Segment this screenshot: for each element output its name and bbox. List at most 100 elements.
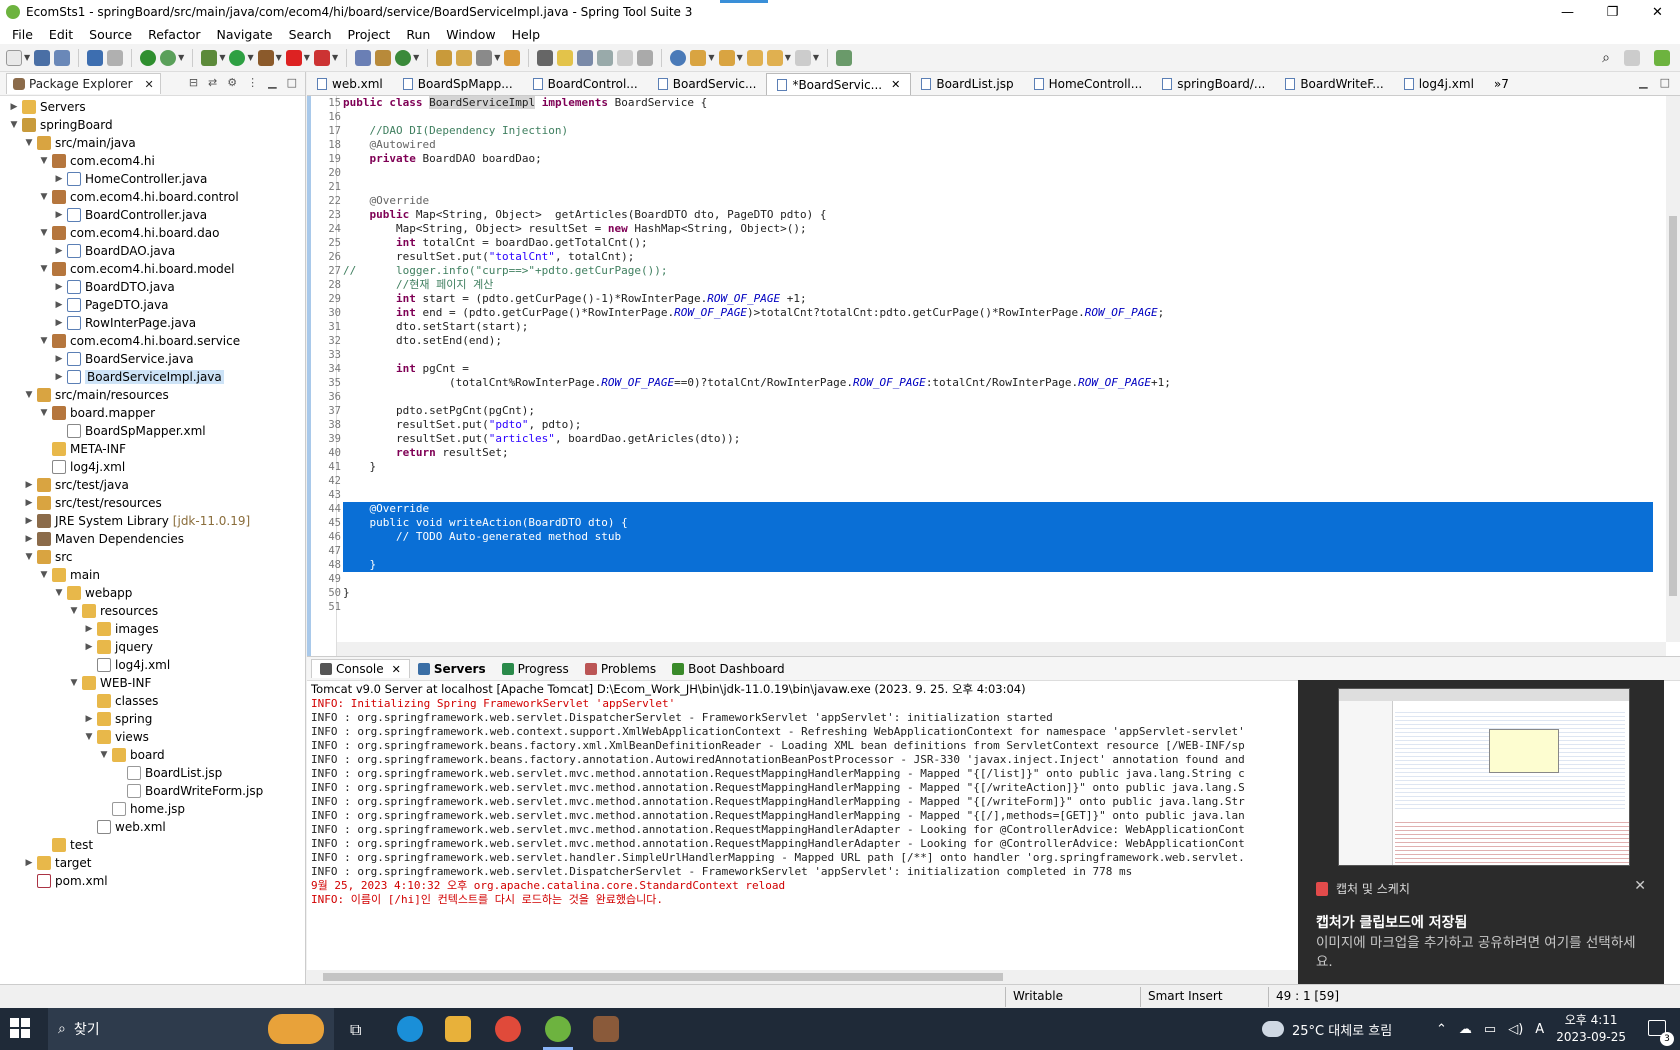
code-line[interactable]: 45 public void writeAction(BoardDTO dto)… <box>328 516 1653 530</box>
editor-vertical-scrollbar[interactable] <box>1666 96 1680 642</box>
view-menu-icon[interactable]: ⋮ <box>247 76 258 89</box>
tree-item[interactable]: ▼ resources <box>0 602 305 620</box>
new-icon[interactable] <box>6 49 22 66</box>
expand-right-icon[interactable]: ▶ <box>23 534 35 544</box>
menu-search[interactable]: Search <box>281 27 340 42</box>
code-area[interactable]: 15 public class BoardServiceImpl implemen… <box>328 96 1653 614</box>
close-icon[interactable]: ✕ <box>891 78 900 91</box>
tree-item[interactable]: ▶ JRE System Library [jdk-11.0.19] <box>0 512 305 530</box>
screenshot-thumbnail[interactable] <box>1338 688 1630 866</box>
code-editor[interactable]: 15 public class BoardServiceImpl implemen… <box>307 96 1680 656</box>
expand-down-icon[interactable]: ▼ <box>98 750 110 760</box>
dropdown-arrow-icon[interactable]: ▼ <box>785 53 791 62</box>
minimize-icon[interactable]: ▁ <box>268 76 276 89</box>
menu-file[interactable]: File <box>4 27 41 42</box>
edge-icon[interactable] <box>397 1016 423 1042</box>
expand-right-icon[interactable]: ▶ <box>53 354 65 364</box>
minimize-button[interactable]: — <box>1545 0 1590 24</box>
dropdown-arrow-icon[interactable]: ▼ <box>494 53 500 62</box>
code-line[interactable]: 44 @Override <box>328 502 1653 516</box>
tree-item[interactable]: ▼ src/main/resources <box>0 386 305 404</box>
dropdown-arrow-icon[interactable]: ▼ <box>332 53 338 62</box>
file-explorer-icon[interactable] <box>445 1016 471 1042</box>
volume-icon[interactable]: ◁) <box>1508 1022 1523 1037</box>
bottom-tab[interactable]: Console ✕ <box>311 659 410 678</box>
code-line[interactable]: 42 <box>328 474 1653 488</box>
chevron-up-icon[interactable]: ⌃ <box>1436 1022 1447 1037</box>
code-line[interactable]: 18 @Autowired <box>328 138 1653 152</box>
tree-item[interactable]: ▶ spring <box>0 710 305 728</box>
expand-down-icon[interactable]: ▼ <box>38 570 50 580</box>
tree-item[interactable]: ▼ board <box>0 746 305 764</box>
expand-down-icon[interactable]: ▼ <box>38 264 50 274</box>
console-horizontal-scrollbar[interactable] <box>307 970 1307 984</box>
code-line[interactable]: 51 <box>328 600 1653 614</box>
tree-item[interactable]: ▶ src/test/java <box>0 476 305 494</box>
tree-item[interactable]: ▼ WEB-INF <box>0 674 305 692</box>
expand-right-icon[interactable]: ▶ <box>53 246 65 256</box>
dropdown-arrow-icon[interactable]: ▼ <box>219 53 225 62</box>
chrome-icon[interactable] <box>495 1016 521 1042</box>
dropdown-arrow-icon[interactable]: ▼ <box>413 53 419 62</box>
editor-tab[interactable]: BoardWriteF... <box>1275 73 1393 95</box>
code-line[interactable]: 24 Map<String, Object> resultSet = new H… <box>328 222 1653 236</box>
dropdown-arrow-icon[interactable]: ▼ <box>276 53 282 62</box>
tree-item[interactable]: ▶ BoardDAO.java <box>0 242 305 260</box>
maximize-icon[interactable]: □ <box>1660 76 1670 89</box>
toggle-mark-occurrences-icon[interactable] <box>537 49 554 66</box>
expand-right-icon[interactable]: ▶ <box>53 174 65 184</box>
link-with-editor-icon[interactable]: ⇄ <box>208 76 217 89</box>
tree-item[interactable]: ▶ images <box>0 620 305 638</box>
toggle-block-selection-icon[interactable] <box>577 49 594 66</box>
tree-item[interactable]: ▶ jquery <box>0 638 305 656</box>
tree-item[interactable]: ▶ HomeController.java <box>0 170 305 188</box>
code-line[interactable]: 39 resultSet.put("articles", boardDao.ge… <box>328 432 1653 446</box>
run-external-tools-icon[interactable] <box>257 49 274 66</box>
collapse-all-icon[interactable]: ⊟ <box>189 76 198 89</box>
bottom-tab[interactable]: Boot Dashboard <box>664 660 793 678</box>
code-line[interactable]: 26 resultSet.put("totalCnt", totalCnt); <box>328 250 1653 264</box>
tree-item[interactable]: home.jsp <box>0 800 305 818</box>
expand-down-icon[interactable]: ▼ <box>38 336 50 346</box>
menu-navigate[interactable]: Navigate <box>209 27 281 42</box>
expand-down-icon[interactable]: ▼ <box>23 390 35 400</box>
insert-mode-status[interactable]: Smart Insert <box>1148 989 1223 1003</box>
tree-item[interactable]: ▶ BoardController.java <box>0 206 305 224</box>
expand-down-icon[interactable]: ▼ <box>38 408 50 418</box>
tree-item[interactable]: test <box>0 836 305 854</box>
code-line[interactable]: 50} <box>328 586 1653 600</box>
tree-item[interactable]: pom.xml <box>0 872 305 890</box>
menu-run[interactable]: Run <box>398 27 438 42</box>
minimize-icon[interactable]: ▁ <box>1639 76 1647 89</box>
code-line[interactable]: 34 int pgCnt = <box>328 362 1653 376</box>
tree-item[interactable]: META-INF <box>0 440 305 458</box>
open-folder-icon[interactable] <box>504 49 521 66</box>
annotation-icon[interactable] <box>637 49 654 66</box>
save-icon[interactable] <box>34 49 51 66</box>
dropdown-arrow-icon[interactable]: ▼ <box>247 53 253 62</box>
code-line[interactable]: 15 public class BoardServiceImpl implemen… <box>328 96 1653 110</box>
open-type-icon[interactable] <box>436 49 453 66</box>
tree-item[interactable]: ▼ com.ecom4.hi.board.service <box>0 332 305 350</box>
code-line[interactable]: 30 int end = (pdto.getCurPage()*RowInter… <box>328 306 1653 320</box>
spring-perspective-icon[interactable] <box>1654 50 1670 66</box>
code-line[interactable]: 29 int start = (pdto.getCurPage()-1)*Row… <box>328 292 1653 306</box>
editor-tab[interactable]: log4j.xml <box>1394 73 1484 95</box>
sts-taskbar-icon[interactable] <box>545 1016 571 1042</box>
code-line[interactable]: 43 <box>328 488 1653 502</box>
tree-item[interactable]: BoardList.jsp <box>0 764 305 782</box>
code-line[interactable]: 49 <box>328 572 1653 586</box>
code-line[interactable]: 22 @Override <box>328 194 1653 208</box>
editor-tab[interactable]: *BoardServic... ✕ <box>766 73 912 95</box>
skip-breakpoints-icon[interactable] <box>107 49 124 66</box>
menu-project[interactable]: Project <box>340 27 399 42</box>
expand-right-icon[interactable]: ▶ <box>23 480 35 490</box>
tree-item[interactable]: ▶ RowInterPage.java <box>0 314 305 332</box>
tree-item[interactable]: classes <box>0 692 305 710</box>
code-line[interactable]: 23 public Map<String, Object> getArticle… <box>328 208 1653 222</box>
code-line[interactable]: 20 <box>328 166 1653 180</box>
windows-start-icon[interactable] <box>10 1018 30 1038</box>
expand-down-icon[interactable]: ▼ <box>23 138 35 148</box>
code-line[interactable]: 32 dto.setEnd(end); <box>328 334 1653 348</box>
tree-item[interactable]: ▶ BoardService.java <box>0 350 305 368</box>
